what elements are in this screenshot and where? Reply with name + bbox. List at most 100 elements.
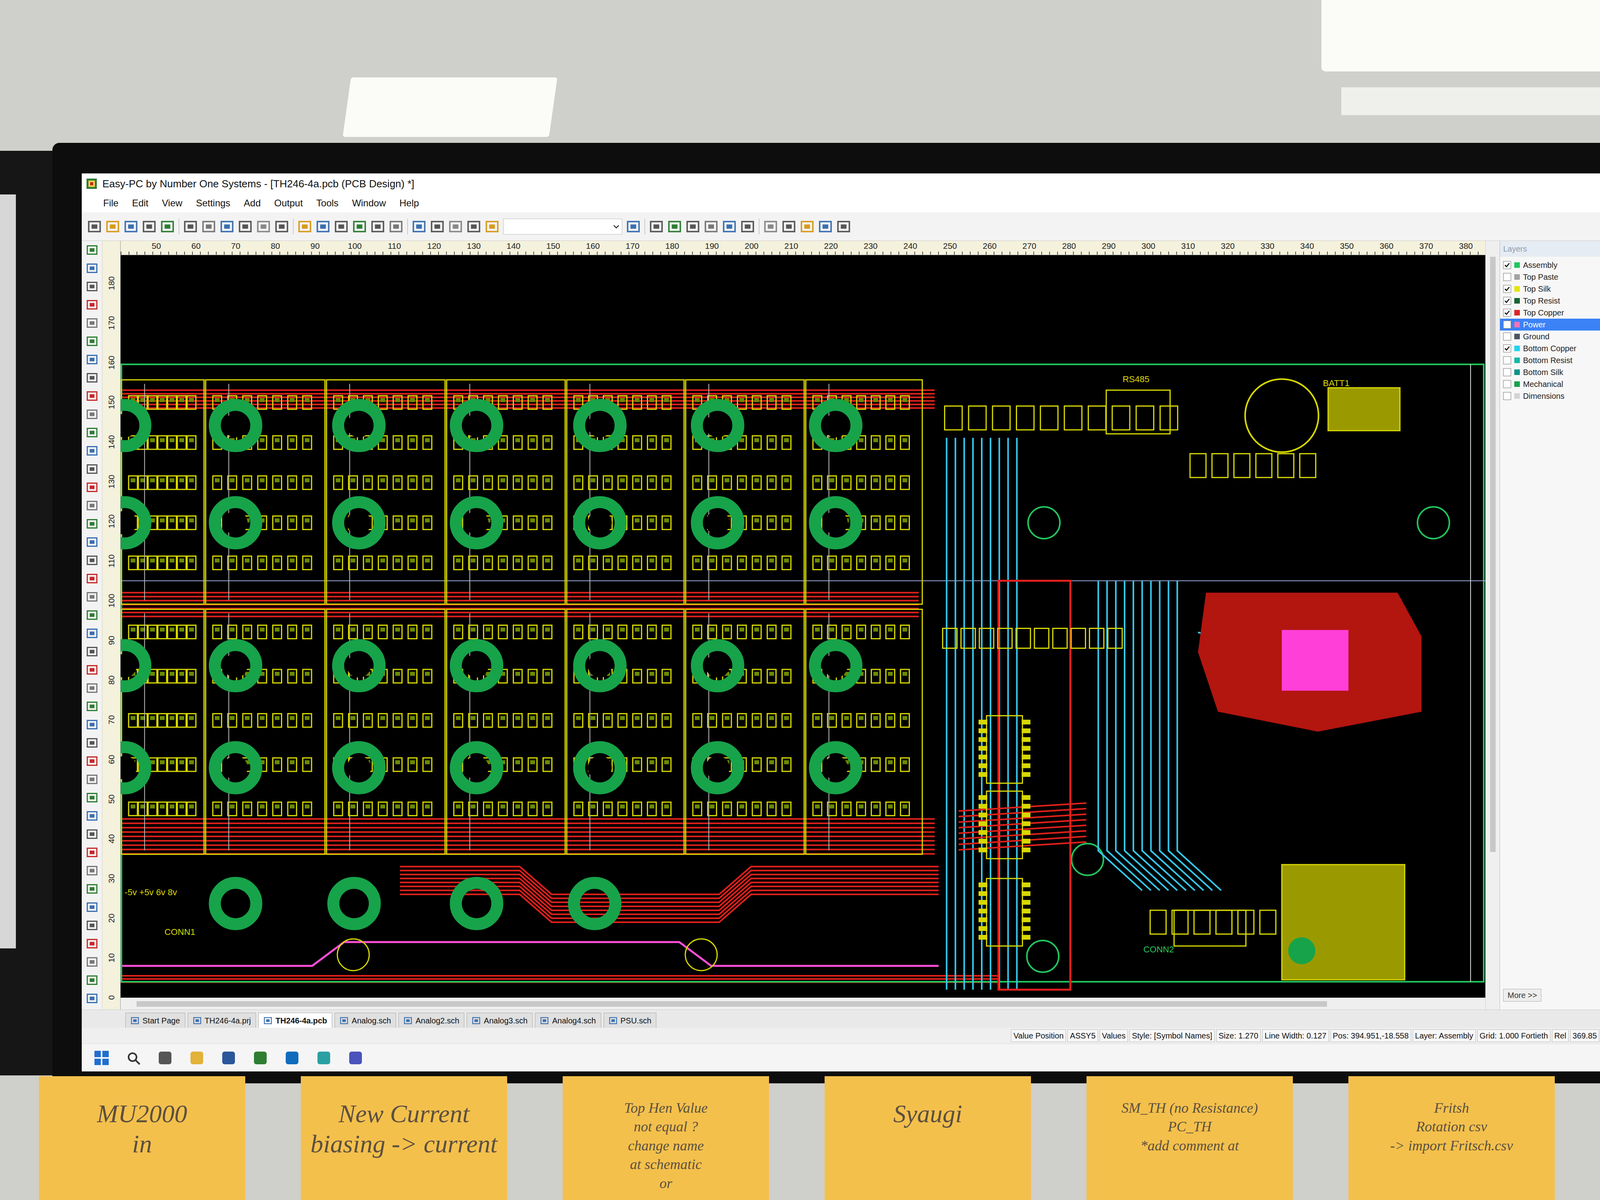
toolbar-button-icon[interactable] <box>649 219 664 234</box>
layer-row[interactable]: Bottom Silk <box>1500 366 1600 379</box>
layer-checkbox[interactable] <box>1503 320 1512 329</box>
horizontal-scrollbar[interactable] <box>120 997 1486 1010</box>
toolbar-button-icon[interactable] <box>105 219 120 234</box>
layer-checkbox[interactable] <box>1503 308 1512 317</box>
tool-icon[interactable] <box>86 828 99 841</box>
toolbar-button-icon[interactable] <box>818 219 833 234</box>
tool-icon[interactable] <box>86 974 99 987</box>
more-button[interactable]: More >> <box>1503 988 1542 1002</box>
layer-checkbox[interactable] <box>1503 356 1512 365</box>
tool-icon[interactable] <box>86 846 99 859</box>
tool-icon[interactable] <box>86 481 99 494</box>
document-icon[interactable] <box>540 1016 549 1025</box>
menu-item[interactable]: Window <box>346 196 392 211</box>
layer-checkbox[interactable] <box>1503 332 1512 341</box>
taskbar-app-icon[interactable] <box>284 1050 300 1066</box>
toolbar-button-icon[interactable] <box>722 219 737 234</box>
scroll-thumb[interactable] <box>136 1001 1327 1007</box>
tool-icon[interactable] <box>86 901 99 914</box>
layer-checkbox[interactable] <box>1503 284 1512 293</box>
tool-icon[interactable] <box>86 645 99 658</box>
toolbar-button-icon[interactable] <box>685 219 700 234</box>
toolbar-button-icon[interactable] <box>201 219 216 234</box>
layer-row[interactable]: Top Copper <box>1500 306 1600 319</box>
layer-checkbox[interactable] <box>1503 392 1512 400</box>
toolbar-button-icon[interactable] <box>160 219 175 234</box>
tool-icon[interactable] <box>86 244 99 256</box>
document-icon[interactable] <box>263 1016 273 1025</box>
windows-start-icon[interactable] <box>93 1050 110 1066</box>
toolbar-button-icon[interactable] <box>740 219 755 234</box>
tool-icon[interactable] <box>86 700 99 713</box>
taskbar-app-icon[interactable] <box>188 1050 205 1066</box>
document-tab[interactable]: Start Page <box>125 1012 186 1028</box>
layer-dropdown[interactable] <box>503 218 623 235</box>
tool-icon[interactable] <box>86 572 99 585</box>
tool-icon[interactable] <box>86 554 99 567</box>
pcb-canvas[interactable]: RS485BATT1CONN1-5v +5v 6v 8vCONN2 <box>120 255 1486 998</box>
toolbar-button-icon[interactable] <box>763 219 778 234</box>
tool-icon[interactable] <box>86 298 99 311</box>
menu-item[interactable]: Settings <box>190 196 237 211</box>
layer-row[interactable]: Top Silk <box>1500 282 1600 295</box>
tool-icon[interactable] <box>86 937 99 950</box>
scroll-thumb[interactable] <box>1490 256 1496 852</box>
toolbar-button-icon[interactable] <box>388 219 404 234</box>
document-icon[interactable] <box>471 1016 481 1025</box>
layer-row[interactable]: Bottom Copper <box>1500 342 1600 355</box>
tool-icon[interactable] <box>86 536 99 549</box>
menu-item[interactable]: Edit <box>126 196 154 211</box>
tool-icon[interactable] <box>86 718 99 731</box>
tool-icon[interactable] <box>86 426 99 439</box>
toolbar-button-icon[interactable] <box>87 219 102 234</box>
menu-item[interactable]: Add <box>238 196 267 211</box>
tool-icon[interactable] <box>86 262 99 275</box>
tool-icon[interactable] <box>86 809 99 822</box>
toolbar-button-icon[interactable] <box>142 219 157 234</box>
tool-icon[interactable] <box>86 663 99 676</box>
layer-checkbox[interactable] <box>1503 368 1512 377</box>
toolbar-button-icon[interactable] <box>183 219 198 234</box>
toolbar-button-icon[interactable] <box>466 219 481 234</box>
document-tab[interactable]: Analog.sch <box>334 1012 397 1028</box>
layer-row[interactable]: Power <box>1500 318 1600 331</box>
toolbar-button-icon[interactable] <box>334 219 349 234</box>
tool-icon[interactable] <box>86 517 99 530</box>
tool-icon[interactable] <box>86 736 99 749</box>
search-icon[interactable] <box>125 1050 142 1066</box>
tool-icon[interactable] <box>86 791 99 804</box>
toolbar-button-icon[interactable] <box>484 219 500 234</box>
document-tab[interactable]: PSU.sch <box>603 1012 657 1028</box>
layer-row[interactable]: Top Resist <box>1500 294 1600 307</box>
taskbar-app-icon[interactable] <box>157 1050 174 1066</box>
pcb-drawing[interactable]: RS485BATT1CONN1-5v +5v 6v 8vCONN2 <box>120 255 1486 998</box>
taskbar-app-icon[interactable] <box>315 1050 332 1066</box>
toolbar-button-icon[interactable] <box>256 219 271 234</box>
toolbar-button-icon[interactable] <box>123 219 139 234</box>
menu-item[interactable]: Output <box>268 196 309 211</box>
layer-row[interactable]: Top Paste <box>1500 271 1600 283</box>
toolbar-button-icon[interactable] <box>836 219 851 234</box>
tool-icon[interactable] <box>86 499 99 512</box>
document-tab[interactable]: Analog3.sch <box>466 1012 533 1028</box>
tool-icon[interactable] <box>86 353 99 366</box>
tool-icon[interactable] <box>86 773 99 786</box>
toolbar-button-icon[interactable] <box>238 219 253 234</box>
tool-icon[interactable] <box>86 280 99 293</box>
layer-checkbox[interactable] <box>1503 296 1512 305</box>
toolbar-button-icon[interactable] <box>667 219 682 234</box>
tool-icon[interactable] <box>86 590 99 603</box>
toolbar-button-icon[interactable] <box>297 219 312 234</box>
toolbar-button-icon[interactable] <box>352 219 367 234</box>
menu-item[interactable]: File <box>97 196 125 211</box>
layer-row[interactable]: Dimensions <box>1500 390 1600 402</box>
layer-row[interactable]: Bottom Resist <box>1500 354 1600 367</box>
layer-checkbox[interactable] <box>1503 344 1512 353</box>
tool-icon[interactable] <box>86 864 99 877</box>
document-tab[interactable]: Analog4.sch <box>534 1012 601 1028</box>
tool-icon[interactable] <box>86 627 99 640</box>
tool-icon[interactable] <box>86 408 99 421</box>
toolbar-button-icon[interactable] <box>800 219 815 234</box>
layer-checkbox[interactable] <box>1503 380 1512 389</box>
tool-icon[interactable] <box>86 463 99 475</box>
